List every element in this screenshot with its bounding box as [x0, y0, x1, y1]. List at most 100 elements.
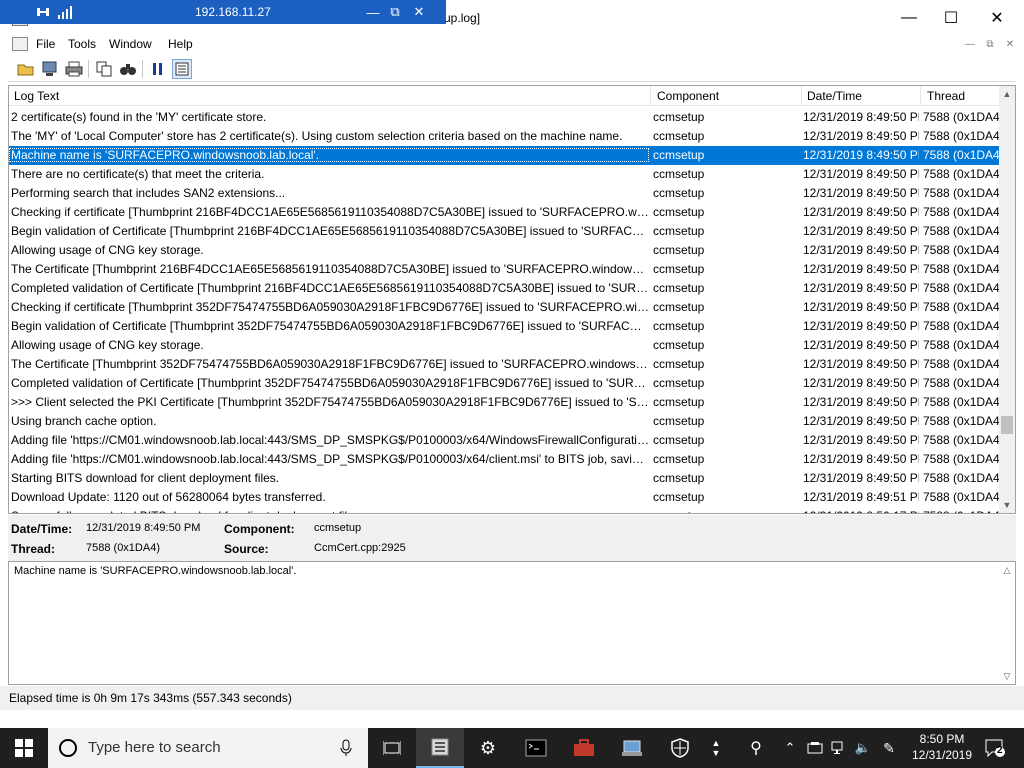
component-cell: ccmsetup — [653, 395, 705, 409]
maximize-button[interactable]: ☐ — [928, 0, 974, 36]
toolbox-app-icon[interactable] — [560, 728, 608, 768]
people-icon[interactable]: ⚲ — [742, 728, 770, 768]
thread-cell: 7588 (0x1DA4) — [923, 243, 1001, 257]
child-restore-button[interactable]: ⧉ — [982, 36, 998, 52]
log-row[interactable]: The Certificate [Thumbprint 216BF4DCC1AE… — [9, 260, 1001, 279]
microphone-icon[interactable] — [340, 739, 352, 757]
log-row[interactable]: 2 certificate(s) found in the 'MY' certi… — [9, 108, 1001, 127]
windows-security-icon[interactable] — [656, 728, 704, 768]
thread-cell: 7588 (0x1DA4) — [923, 224, 1001, 238]
print-icon[interactable] — [64, 59, 84, 79]
log-row[interactable]: Starting BITS download for client deploy… — [9, 469, 1001, 488]
scroll-down-icon[interactable]: ▽ — [999, 668, 1015, 684]
copy-icon[interactable] — [94, 59, 114, 79]
thread-cell: 7588 (0x1DA4) — [923, 452, 1001, 466]
volume-icon[interactable]: 🔈 — [852, 728, 874, 768]
column-header-thread[interactable]: Thread — [927, 89, 965, 103]
log-row[interactable]: There are no certificate(s) that meet th… — [9, 165, 1001, 184]
menu-file[interactable]: File — [36, 37, 55, 51]
log-row[interactable]: Checking if certificate [Thumbprint 216B… — [9, 203, 1001, 222]
datetime-cell: 12/31/2019 8:50:17 PM — [803, 509, 919, 513]
datetime-cell: 12/31/2019 8:49:50 PM — [803, 224, 919, 238]
thread-cell: 7588 (0x1DA4) — [923, 167, 1001, 181]
component-cell: ccmsetup — [653, 243, 705, 257]
rdp-restore-button[interactable]: ⧉ — [386, 3, 404, 21]
taskbar-clock[interactable]: 8:50 PM 12/31/2019 — [902, 731, 982, 763]
minimize-button[interactable]: — — [886, 0, 932, 36]
task-view-icon[interactable] — [368, 728, 416, 768]
details-view-icon[interactable] — [172, 59, 192, 79]
log-row[interactable]: Begin validation of Certificate [Thumbpr… — [9, 317, 1001, 336]
log-row[interactable]: Using branch cache option. ccmsetup 12/31/… — [9, 412, 1001, 431]
log-row[interactable]: Allowing usage of CNG key storage. ccmset… — [9, 336, 1001, 355]
menu-help[interactable]: Help — [168, 37, 193, 51]
datetime-cell: 12/31/2019 8:49:50 PM — [803, 395, 919, 409]
rdp-close-button[interactable]: ✕ — [410, 3, 428, 21]
thread-cell: 7588 (0x1DA4) — [923, 338, 1001, 352]
connection-quality-icon[interactable] — [58, 5, 72, 19]
log-text-cell: Using branch cache option. — [11, 414, 157, 428]
log-row[interactable]: Performing search that includes SAN2 ext… — [9, 184, 1001, 203]
log-row[interactable]: Allowing usage of CNG key storage. ccmset… — [9, 241, 1001, 260]
pin-icon[interactable] — [34, 4, 52, 20]
taskbar-scroll-icon[interactable]: ▲ ▼ — [706, 728, 726, 768]
control-panel-icon[interactable] — [608, 728, 656, 768]
log-row[interactable]: Successfully completed BITS download for… — [9, 507, 1001, 513]
log-row[interactable]: Adding file 'https://CM01.windowsnoob.la… — [9, 450, 1001, 469]
command-prompt-icon[interactable] — [512, 728, 560, 768]
message-text-box[interactable]: Machine name is 'SURFACEPRO.windowsnoob.… — [8, 561, 1016, 685]
column-header-datetime[interactable]: Date/Time — [807, 89, 862, 103]
component-cell: ccmsetup — [653, 281, 705, 295]
rdp-minimize-button[interactable]: — — [364, 3, 382, 21]
cmtrace-app-icon[interactable] — [416, 728, 464, 768]
log-text-cell: Machine name is 'SURFACEPRO.windowsnoob.… — [9, 148, 649, 162]
pen-ink-icon[interactable]: ✎ — [878, 728, 900, 768]
settings-gear-icon[interactable]: ⚙ — [464, 728, 512, 768]
pause-icon[interactable] — [148, 59, 168, 79]
child-close-button[interactable]: ✕ — [1002, 36, 1018, 52]
child-minimize-button[interactable]: — — [962, 36, 978, 52]
component-cell: ccmsetup — [653, 509, 801, 513]
log-row[interactable]: Begin validation of Certificate [Thumbpr… — [9, 222, 1001, 241]
log-row[interactable]: Machine name is 'SURFACEPRO.windowsnoob.… — [9, 146, 1001, 165]
log-list-scrollbar[interactable]: ▲ ▼ — [999, 86, 1015, 513]
column-header-log-text[interactable]: Log Text — [14, 89, 59, 103]
message-scrollbar[interactable]: △ ▽ — [999, 562, 1015, 684]
scroll-down-icon[interactable]: ▼ — [999, 497, 1015, 513]
log-row[interactable]: Adding file 'https://CM01.windowsnoob.la… — [9, 431, 1001, 450]
start-button[interactable] — [0, 728, 48, 768]
log-row[interactable]: Completed validation of Certificate [Thu… — [9, 374, 1001, 393]
scrollbar-thumb[interactable] — [1001, 416, 1013, 434]
open-folder-icon[interactable] — [16, 59, 36, 79]
component-cell: ccmsetup — [653, 110, 705, 124]
component-cell: ccmsetup — [653, 490, 705, 504]
log-row[interactable]: Download Update: 1120 out of 56280064 by… — [9, 488, 1001, 507]
log-row[interactable]: Completed validation of Certificate [Thu… — [9, 279, 1001, 298]
notifications-icon[interactable]: 2 — [980, 728, 1010, 768]
thread-value: 7588 (0x1DA4) — [86, 542, 160, 554]
log-row[interactable]: >>> Client selected the PKI Certificate … — [9, 393, 1001, 412]
component-cell: ccmsetup — [653, 129, 705, 143]
log-text-cell: 2 certificate(s) found in the 'MY' certi… — [11, 110, 267, 124]
log-row[interactable]: The 'MY' of 'Local Computer' store has 2… — [9, 127, 1001, 146]
thread-cell: 7588 (0x1DA4) — [923, 490, 1001, 504]
component-cell: ccmsetup — [653, 148, 705, 162]
log-text-cell: Begin validation of Certificate [Thumbpr… — [11, 319, 649, 333]
menu-window[interactable]: Window — [109, 37, 152, 51]
close-button[interactable]: ✕ — [974, 0, 1020, 36]
toolbar — [8, 56, 1016, 82]
log-text-cell: Begin validation of Certificate [Thumbpr… — [11, 224, 649, 238]
show-hidden-icons-chevron-icon[interactable]: ⌃ — [780, 728, 800, 768]
tray-app-icon[interactable] — [804, 728, 826, 768]
open-remote-icon[interactable] — [40, 59, 60, 79]
network-icon[interactable] — [828, 728, 850, 768]
find-icon[interactable] — [118, 59, 138, 79]
log-row[interactable]: The Certificate [Thumbprint 352DF7547475… — [9, 355, 1001, 374]
toolbar-separator — [88, 60, 89, 78]
log-row[interactable]: Checking if certificate [Thumbprint 352D… — [9, 298, 1001, 317]
scroll-up-icon[interactable]: ▲ — [999, 86, 1015, 102]
scroll-up-icon[interactable]: △ — [999, 562, 1015, 578]
taskbar-search-box[interactable]: Type here to search — [48, 728, 368, 768]
menu-tools[interactable]: Tools — [68, 37, 96, 51]
column-header-component[interactable]: Component — [657, 89, 719, 103]
